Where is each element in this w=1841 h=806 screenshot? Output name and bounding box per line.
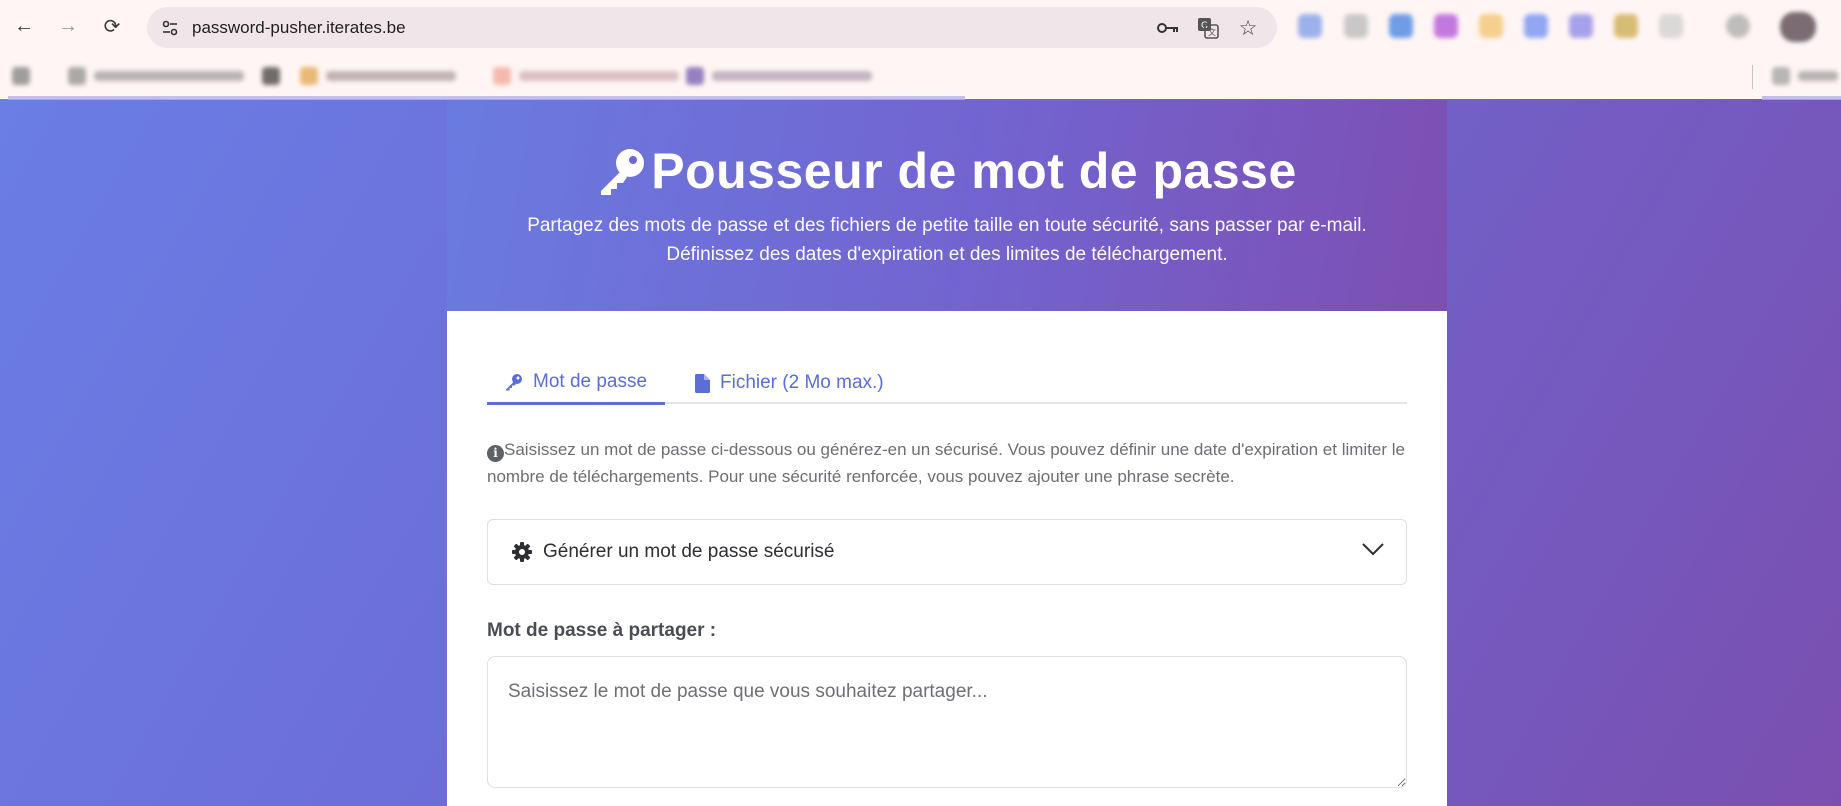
generator-label: Générer un mot de passe sécurisé [543, 541, 835, 562]
bookmark-item[interactable] [262, 67, 280, 85]
gear-icon [512, 542, 532, 562]
bookmark-star-icon[interactable]: ☆ [1235, 15, 1261, 41]
translate-icon[interactable]: G 文 [1195, 15, 1221, 41]
arrow-right-icon: → [58, 14, 78, 37]
main-card: Pousseur de mot de passe Partagez des mo… [447, 100, 1447, 806]
chevron-down-icon [1362, 543, 1384, 556]
reload-icon: ⟳ [103, 15, 121, 38]
arrow-left-icon: ← [14, 14, 34, 37]
page-title: Pousseur de mot de passe [447, 142, 1447, 200]
extension-icon[interactable] [1479, 14, 1503, 38]
password-input[interactable] [487, 656, 1407, 788]
back-button[interactable]: ← [8, 10, 40, 42]
extension-icon[interactable] [1298, 14, 1322, 38]
bookmark-item[interactable] [68, 67, 244, 85]
extension-icon[interactable] [1434, 14, 1458, 38]
svg-text:文: 文 [1208, 27, 1216, 37]
hero-subtitle: Partagez des mots de passe et des fichie… [527, 215, 1367, 236]
forward-button[interactable]: → [52, 10, 84, 42]
key-icon[interactable] [1155, 15, 1181, 41]
extension-icon[interactable] [1659, 14, 1683, 38]
tab-file[interactable]: Fichier (2 Mo max.) [677, 362, 902, 404]
extension-icon[interactable] [1726, 14, 1750, 38]
tab-bar: Mot de passe Fichier (2 Mo max.) [487, 362, 1407, 405]
profile-avatar[interactable] [1780, 12, 1816, 42]
bookmark-item[interactable] [300, 67, 456, 85]
extension-icon[interactable] [1614, 14, 1638, 38]
extension-icon[interactable] [1524, 14, 1548, 38]
file-icon [695, 373, 710, 393]
extension-icon[interactable] [1569, 14, 1593, 38]
password-generator-toggle[interactable]: Générer un mot de passe sécurisé [487, 519, 1407, 585]
url-text[interactable]: password-pusher.iterates.be [192, 18, 406, 38]
extension-icon[interactable] [1389, 14, 1413, 38]
info-text: i Saisissez un mot de passe ci-dessous ou… [487, 436, 1407, 490]
tab-password[interactable]: Mot de passe [487, 362, 666, 405]
reload-button[interactable]: ⟳ [96, 10, 128, 42]
page-title-text: Pousseur de mot de passe [651, 143, 1297, 199]
key-icon [506, 374, 522, 391]
info-icon: i [487, 445, 504, 462]
tab-password-label: Mot de passe [533, 371, 648, 392]
bookmark-folder[interactable] [1772, 67, 1838, 85]
info-message: Saisissez un mot de passe ci-dessous ou … [487, 440, 1405, 486]
key-icon [601, 149, 645, 195]
loading-bar [1762, 96, 1841, 100]
site-info-icon[interactable] [157, 15, 183, 41]
hero-subtitle: Définissez des dates d'expiration et des… [666, 244, 1228, 265]
tab-file-label: Fichier (2 Mo max.) [720, 372, 884, 393]
bookmarks-divider [1752, 65, 1753, 89]
bookmark-item[interactable] [493, 67, 679, 85]
address-bar[interactable]: password-pusher.iterates.be G 文 ☆ [147, 7, 1277, 48]
bookmark-item[interactable] [686, 67, 872, 85]
bookmark-item[interactable] [12, 67, 30, 85]
hero-header: Pousseur de mot de passe Partagez des mo… [447, 100, 1447, 311]
browser-toolbar: ← → ⟳ password-pusher.iterates.be G 文 ☆ [0, 0, 1841, 55]
bookmarks-bar [0, 55, 1841, 99]
extension-icon[interactable] [1344, 14, 1368, 38]
password-field-label: Mot de passe à partager : [487, 620, 717, 641]
